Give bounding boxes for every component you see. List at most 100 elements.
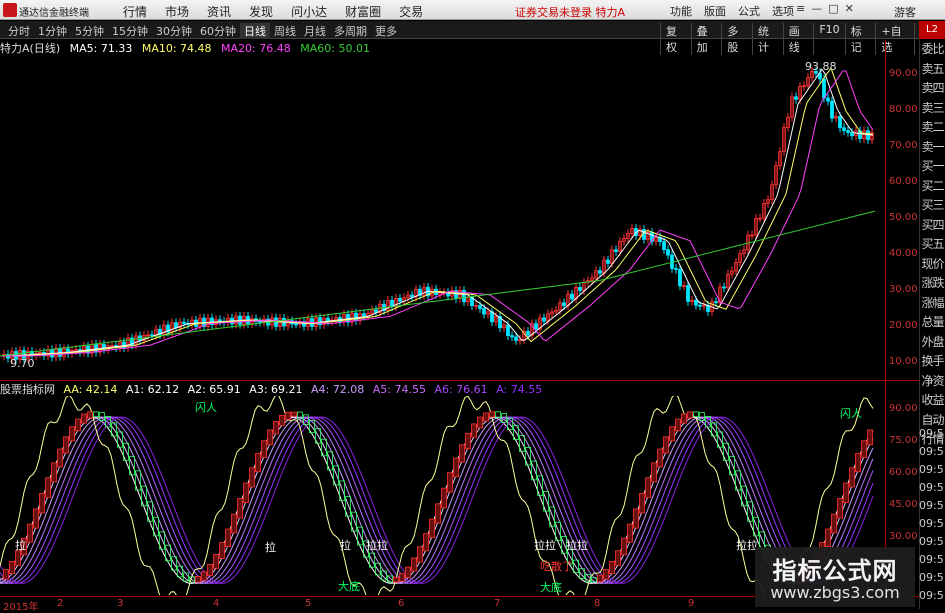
signal-bar xyxy=(477,416,483,429)
signal-bar xyxy=(279,414,285,426)
pullpull-label: 拉拉 xyxy=(366,539,388,552)
panel-item[interactable]: 买二 xyxy=(920,177,945,197)
panel-item[interactable]: 卖五 xyxy=(920,60,945,80)
tab-monthly[interactable]: 月线 xyxy=(300,23,330,39)
panel-item[interactable]: 买一 xyxy=(920,157,945,177)
signal-bar xyxy=(687,411,693,419)
candle-body xyxy=(94,343,98,353)
signal-bar xyxy=(603,569,609,580)
indicator-name[interactable]: 股票指标网 xyxy=(0,383,55,396)
tab-30min[interactable]: 30分钟 xyxy=(152,23,196,39)
pullpull-label: 拉拉 xyxy=(566,539,588,552)
indicator-chart[interactable] xyxy=(0,393,885,608)
panel-item[interactable]: 现价 xyxy=(920,255,945,275)
signal-bar xyxy=(57,448,63,468)
indicator-a6: A6: 76.61 xyxy=(434,383,488,396)
close-icon[interactable]: ✕ xyxy=(845,2,854,15)
panel-item[interactable]: 涨幅 xyxy=(920,294,945,314)
candle-body xyxy=(674,268,678,270)
price-tick: 60.00 xyxy=(889,176,918,187)
pullpull-label: 拉拉 xyxy=(534,539,556,552)
menu-ask[interactable]: 问小达 xyxy=(282,3,336,20)
price-tick: 10.00 xyxy=(889,356,918,367)
pull-label: 拉 xyxy=(340,539,351,552)
panel-item[interactable]: 涨跌 xyxy=(920,274,945,294)
time-item: 09:51 xyxy=(919,481,945,494)
indicator-a1: A1: 62.12 xyxy=(125,383,180,396)
menu-discover[interactable]: 发现 xyxy=(240,3,282,20)
panel-item[interactable]: 买五 xyxy=(920,235,945,255)
signal-bar xyxy=(471,423,477,438)
candle-body xyxy=(542,317,546,322)
date-tick: 3 xyxy=(117,598,124,609)
signal-bar xyxy=(447,472,453,493)
panel-item[interactable]: 委比 xyxy=(920,40,945,60)
tab-5min[interactable]: 5分钟 xyxy=(71,23,108,39)
panel-item[interactable]: 外盘 xyxy=(920,333,945,353)
date-tick: 5 xyxy=(305,598,312,609)
indicator-svg[interactable] xyxy=(0,393,885,608)
ma20-value: MA20: 76.48 xyxy=(221,42,291,55)
panel-item[interactable]: 净资 xyxy=(920,372,945,392)
panel-item[interactable]: 卖四 xyxy=(920,79,945,99)
time-item: 09:51 xyxy=(919,445,945,458)
signal-bar xyxy=(9,560,15,574)
panel-item[interactable]: 收益 xyxy=(920,391,945,411)
tab-multi-period[interactable]: 多周期 xyxy=(330,23,371,39)
time-item: 09:51 xyxy=(919,427,945,440)
menu-layout[interactable]: 版面 xyxy=(698,3,732,19)
ma60-value: MA60: 50.01 xyxy=(300,42,370,55)
tab-more[interactable]: 更多 xyxy=(371,23,401,39)
tab-60min[interactable]: 60分钟 xyxy=(196,23,240,39)
candle-body xyxy=(850,132,854,137)
menu-options[interactable]: 选项 xyxy=(766,3,800,19)
watermark-url: www.zbgs3.com xyxy=(770,583,900,602)
guest-label[interactable]: 游客 xyxy=(894,4,916,20)
signal-bar xyxy=(843,482,849,504)
signal-bar xyxy=(285,411,291,420)
login-warning[interactable]: 证券交易未登录 特力A xyxy=(515,4,625,20)
tab-weekly[interactable]: 周线 xyxy=(270,23,300,39)
panel-item[interactable]: 买三 xyxy=(920,196,945,216)
menu-market[interactable]: 市场 xyxy=(156,3,198,20)
price-tick: 90.00 xyxy=(889,68,918,79)
price-chart-svg[interactable] xyxy=(0,56,885,380)
signal-bar xyxy=(621,537,627,556)
candle-body xyxy=(830,100,834,119)
candle-body xyxy=(826,97,830,102)
signal-bar xyxy=(831,513,837,534)
maximize-icon[interactable]: □ xyxy=(828,2,838,15)
panel-item[interactable]: 总量 xyxy=(920,313,945,333)
tab-daily[interactable]: 日线 xyxy=(240,23,270,39)
level2-badge[interactable]: L2 xyxy=(919,21,945,39)
minimize-icon[interactable]: — xyxy=(811,2,822,15)
period-tabs: 分时 1分钟 5分钟 15分钟 30分钟 60分钟 日线 周线 月线 多周期 更… xyxy=(4,23,401,39)
price-tick: 20.00 xyxy=(889,320,918,331)
tab-intraday[interactable]: 分时 xyxy=(4,23,34,39)
menu-trade[interactable]: 交易 xyxy=(390,3,432,20)
candle-body xyxy=(714,301,718,304)
panel-item[interactable]: 卖一 xyxy=(920,138,945,158)
signal-bar xyxy=(855,453,861,473)
signal-bar xyxy=(681,413,687,424)
eat-label: 吃散了 xyxy=(540,560,573,573)
panel-item[interactable]: 卖二 xyxy=(920,118,945,138)
indicator-a2: A2: 65.91 xyxy=(187,383,241,396)
panel-item[interactable]: 卖三 xyxy=(920,99,945,119)
menu-icon[interactable]: ≡ xyxy=(796,2,805,15)
panel-item[interactable]: 换手 xyxy=(920,352,945,372)
candle-body xyxy=(514,336,518,341)
menu-news[interactable]: 资讯 xyxy=(198,3,240,20)
tab-1min[interactable]: 1分钟 xyxy=(34,23,71,39)
candle-body xyxy=(846,130,850,133)
candle-body xyxy=(506,324,510,337)
date-tick: 2015年 xyxy=(3,602,39,613)
menu-formula[interactable]: 公式 xyxy=(732,3,766,19)
candlestick-chart[interactable] xyxy=(0,56,885,380)
menu-wealth[interactable]: 财富圈 xyxy=(336,3,390,20)
menu-quotes[interactable]: 行情 xyxy=(114,3,156,20)
tab-15min[interactable]: 15分钟 xyxy=(108,23,152,39)
panel-item[interactable]: 买四 xyxy=(920,216,945,236)
menu-function[interactable]: 功能 xyxy=(664,3,698,19)
signal-bar xyxy=(399,573,405,582)
